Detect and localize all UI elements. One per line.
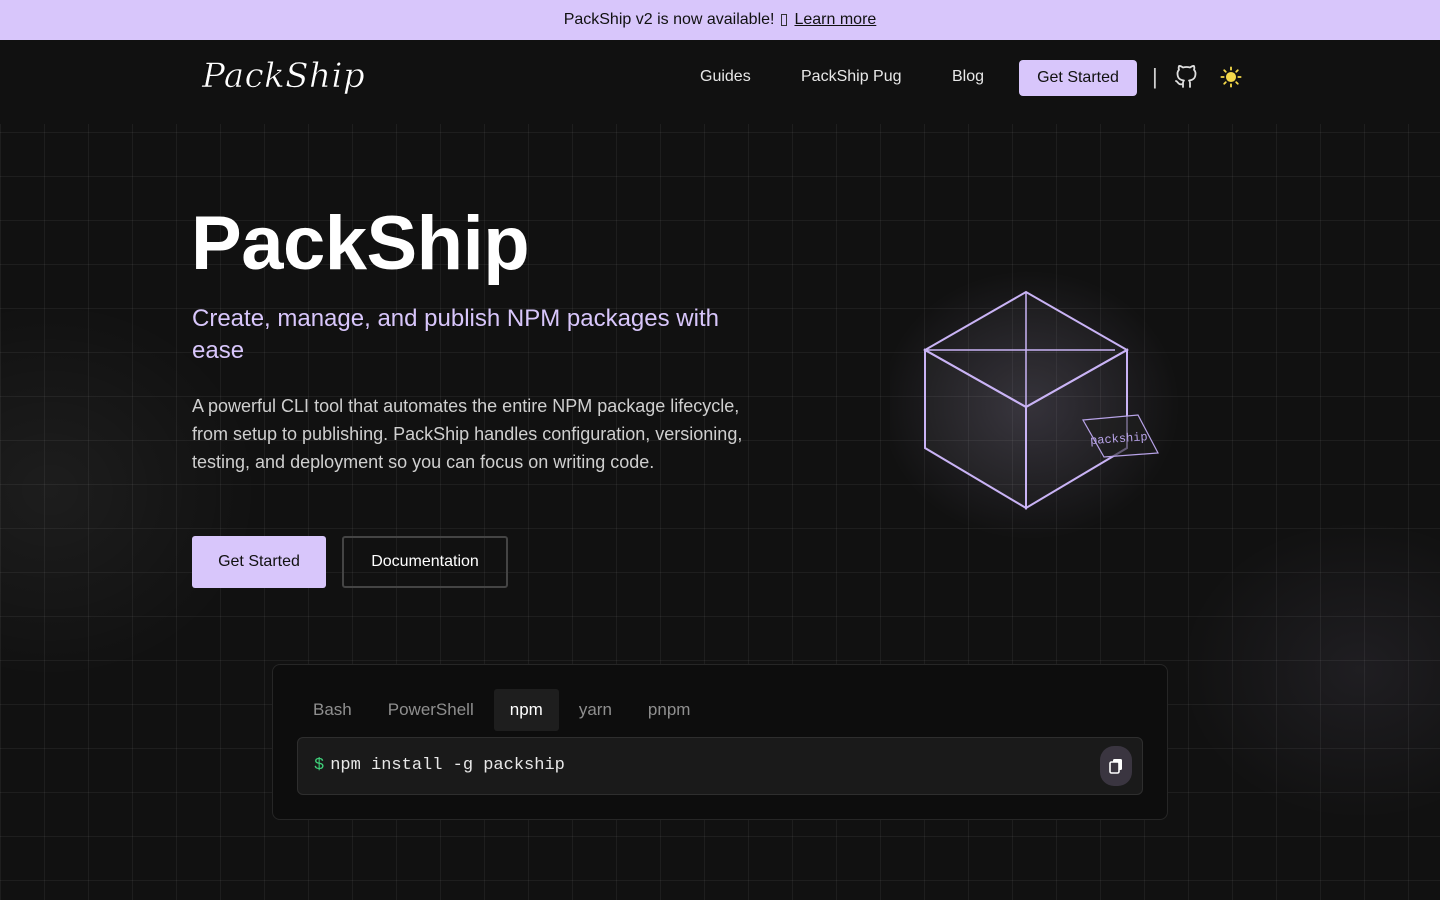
logo[interactable]: PackShip <box>202 56 365 97</box>
command-line: $ npm install -g packship <box>314 756 565 775</box>
hero-description: A powerful CLI tool that automates the e… <box>192 396 743 472</box>
rocket-icon <box>781 14 788 26</box>
nav-link-guides[interactable]: Guides <box>700 68 751 86</box>
package-cube-illustration: packship <box>890 270 1180 540</box>
learn-more-link[interactable]: Learn more <box>794 11 876 29</box>
tab-yarn[interactable]: yarn <box>563 689 628 731</box>
hero-subtitle: Create, manage, and publish NPM packages… <box>192 305 719 364</box>
nav-link-blog[interactable]: Blog <box>952 68 984 86</box>
nav-link-packship-pug[interactable]: PackShip Pug <box>801 68 902 86</box>
github-icon[interactable] <box>1174 65 1198 89</box>
tab-bash[interactable]: Bash <box>297 689 368 731</box>
hero-title: PackShip <box>191 201 530 286</box>
nav-separator: | <box>1152 64 1158 89</box>
tab-powershell[interactable]: PowerShell <box>372 689 490 731</box>
banner-text: PackShip v2 is now available! <box>563 11 775 28</box>
get-started-button[interactable]: Get Started <box>192 536 326 588</box>
sun-icon[interactable] <box>1220 66 1242 88</box>
page: PackShip v2 is now available! Learn more… <box>0 0 1440 900</box>
copy-button[interactable] <box>1100 746 1132 786</box>
background-glow-right <box>1180 520 1440 820</box>
install-command: npm install -g packship <box>330 756 565 775</box>
announcement-banner: PackShip v2 is now available! Learn more <box>0 0 1440 40</box>
top-navbar: PackShip Guides PackShip Pug Blog Get St… <box>0 40 1440 124</box>
package-manager-tabs: Bash PowerShell npm yarn pnpm <box>297 689 710 731</box>
tab-pnpm[interactable]: pnpm <box>632 689 707 731</box>
tab-npm[interactable]: npm <box>493 689 559 731</box>
command-box: $ npm install -g packship <box>297 737 1143 795</box>
command-prompt: $ <box>314 756 325 775</box>
documentation-button[interactable]: Documentation <box>342 536 508 588</box>
copy-icon <box>1109 759 1122 774</box>
nav-get-started-button[interactable]: Get Started <box>1019 60 1137 96</box>
install-card: Bash PowerShell npm yarn pnpm $ npm insta… <box>272 664 1168 820</box>
